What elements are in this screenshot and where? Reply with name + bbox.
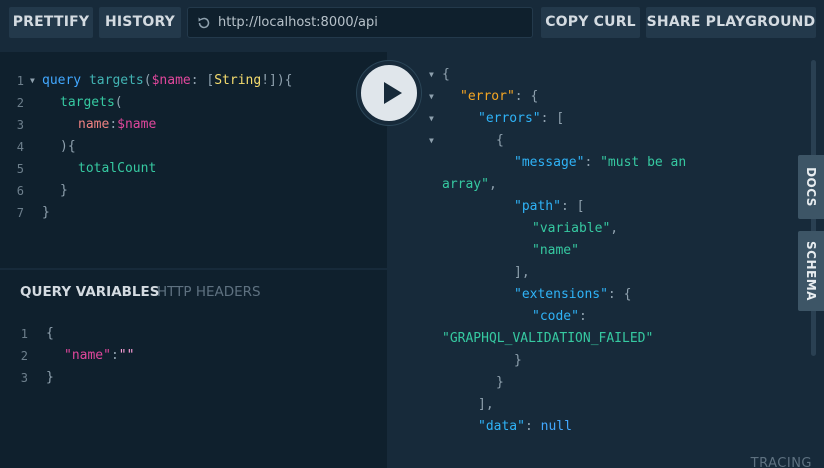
json-null-token: null (540, 419, 572, 434)
line-number: 2 (20, 349, 28, 363)
variables-tab-bar: QUERY VARIABLES HTTP HEADERS (0, 270, 387, 314)
punctuation-token: ] (269, 73, 277, 88)
result-line: } (496, 375, 504, 390)
result-line: "message": "must be an (514, 155, 687, 170)
result-line: "extensions": { (514, 287, 632, 302)
line-number: 3 (16, 118, 24, 132)
fold-arrow-icon[interactable]: ▼ (30, 70, 35, 92)
line-number: 6 (16, 184, 24, 198)
json-key-token: "errors" (478, 111, 541, 126)
punctuation-token: : (190, 73, 207, 88)
result-line: "errors": [ (478, 111, 565, 126)
fold-arrow-icon[interactable]: ▼ (429, 64, 434, 86)
code-line: totalCount (78, 158, 156, 180)
fold-arrow-icon[interactable]: ▼ (429, 130, 434, 152)
line-number: 3 (20, 371, 28, 385)
field-token: totalCount (78, 161, 157, 176)
code-line: name:$name (78, 114, 156, 136)
operation-name-token: targets (88, 73, 144, 88)
punctuation-token: : (109, 117, 118, 132)
code-line: targets( (60, 92, 123, 114)
line-number: 7 (16, 206, 24, 220)
result-line: ], (478, 397, 494, 412)
json-string-token: "GRAPHQL_VALIDATION_FAILED" (442, 331, 654, 346)
result-line: array", (442, 177, 497, 192)
query-editor[interactable]: 1 2 3 4 5 6 7 ▼ query targets($name: [St… (0, 52, 387, 268)
code-line: ){ (60, 139, 76, 154)
code-line: "name":"" (64, 345, 134, 367)
punctuation-token: ( (114, 95, 123, 110)
json-string-token: "must be an (600, 155, 687, 170)
history-button[interactable]: HISTORY (99, 7, 181, 38)
code-line: { (46, 326, 54, 341)
share-playground-button[interactable]: SHARE PLAYGROUND (646, 7, 816, 38)
line-number: 2 (16, 96, 24, 110)
result-line: "error": { (460, 89, 539, 104)
line-number: 4 (16, 140, 24, 154)
result-viewer[interactable]: ▼ ▼ ▼ ▼ { "error": { "errors": [ { "mess… (387, 52, 824, 442)
code-line: } (60, 183, 68, 198)
bottom-bar: TRACING (387, 442, 824, 468)
schema-tab[interactable]: SCHEMA (798, 231, 824, 311)
result-line: } (514, 353, 522, 368)
variable-token: $name (117, 117, 157, 132)
punctuation-token: : (110, 348, 119, 363)
result-line: { (496, 133, 504, 148)
copy-curl-button[interactable]: COPY CURL (541, 7, 640, 38)
fold-arrow-icon[interactable]: ▼ (429, 86, 434, 108)
code-line: } (42, 205, 50, 220)
result-line: "variable", (532, 221, 619, 236)
json-key-token: "extensions" (514, 287, 608, 302)
result-line: "path": [ (514, 199, 585, 214)
docs-tab-label: DOCS (804, 167, 818, 207)
prettify-button[interactable]: PRETTIFY (9, 7, 93, 38)
tab-query-variables[interactable]: QUERY VARIABLES (20, 284, 159, 300)
result-line: "code": (532, 309, 587, 324)
json-string-token: array" (442, 177, 489, 192)
endpoint-url-input[interactable] (218, 8, 518, 37)
punctuation-token: ){ (276, 73, 293, 88)
json-string-token: "name" (532, 243, 579, 258)
fold-arrow-icon[interactable]: ▼ (429, 108, 434, 130)
json-key-token: "path" (514, 199, 561, 214)
top-toolbar: PRETTIFY HISTORY COPY CURL SHARE PLAYGRO… (0, 0, 824, 46)
result-line: "name" (532, 240, 579, 262)
keyword-token: query (42, 73, 82, 88)
json-key-token: "message" (514, 155, 585, 170)
result-line: "GRAPHQL_VALIDATION_FAILED" (442, 328, 653, 350)
docs-tab[interactable]: DOCS (798, 155, 824, 219)
run-query-button[interactable] (357, 61, 421, 125)
result-line: "data": null (478, 419, 572, 434)
json-key-token: "code" (532, 309, 579, 324)
schema-tab-label: SCHEMA (804, 241, 818, 301)
tracing-toggle[interactable]: TRACING (751, 456, 812, 468)
punctuation-token: ! (261, 73, 270, 88)
variables-editor[interactable]: 1 2 3 { "name":"" } (0, 314, 387, 468)
json-key-token: "data" (478, 419, 525, 434)
result-line: ], (514, 265, 530, 280)
tab-http-headers[interactable]: HTTP HEADERS (157, 284, 261, 300)
json-key-token: "error" (460, 89, 515, 104)
code-line: query targets($name: [String!]){ (42, 70, 293, 92)
type-token: String (214, 73, 262, 88)
argument-token: name (78, 117, 110, 132)
reload-icon[interactable] (196, 15, 212, 31)
variable-token: $name (151, 73, 191, 88)
field-token: targets (60, 95, 115, 110)
line-number: 1 (16, 74, 24, 88)
play-icon (384, 82, 402, 104)
endpoint-url-bar[interactable] (187, 7, 533, 38)
line-number: 1 (20, 327, 28, 341)
line-number: 5 (16, 162, 24, 176)
json-string-token: "" (118, 348, 135, 363)
code-line: } (46, 370, 54, 385)
result-line: { (442, 67, 450, 82)
json-string-token: "variable" (532, 221, 611, 236)
json-key-token: "name" (64, 348, 111, 363)
punctuation-token: ( (143, 73, 152, 88)
